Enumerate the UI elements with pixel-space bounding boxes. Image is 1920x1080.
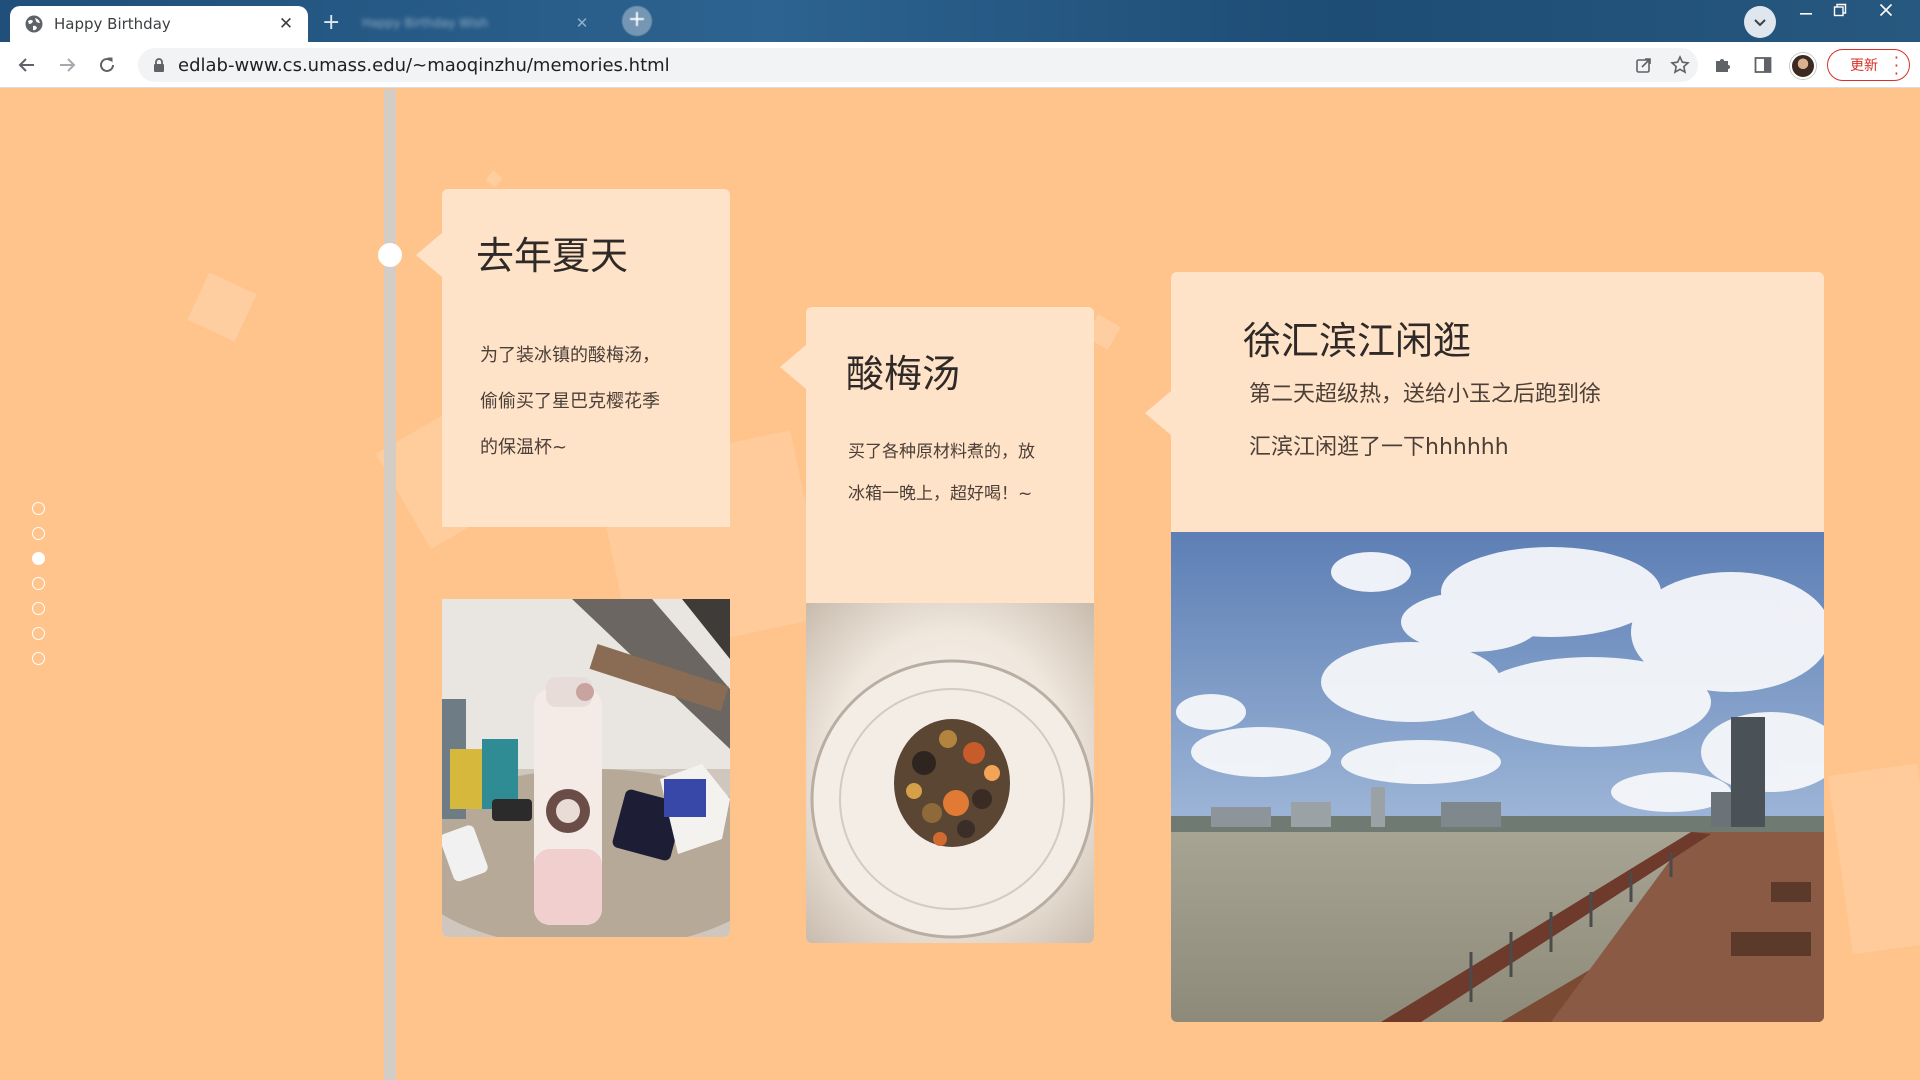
new-tab-button[interactable]: +: [622, 6, 652, 36]
card-line: 为了装冰镇的酸梅汤，: [480, 345, 660, 366]
restore-icon: [1833, 3, 1847, 17]
decor-square: [485, 170, 503, 188]
card-title: 酸梅汤: [846, 352, 961, 396]
close-tab-icon[interactable]: ✕: [276, 14, 296, 34]
arrow-left-icon: [18, 58, 34, 72]
side-panel-button[interactable]: [1748, 50, 1778, 80]
browser-toolbar: edlab-www.cs.umass.edu/~maoqinzhu/memori…: [0, 42, 1920, 88]
lock-icon: [154, 58, 164, 72]
second-tab-title: Happy Birthday Wish: [362, 16, 489, 30]
memory-card-riverside[interactable]: 徐汇滨江闲逛 第二天超级热，送给小玉之后跑到徐 汇滨江闲逛了一下hhhhhh: [1171, 272, 1824, 532]
share-icon: [1636, 58, 1651, 73]
extensions-button[interactable]: [1708, 50, 1738, 80]
card-text: 为了装冰镇的酸梅汤， 偷偷买了星巴克樱花季 的保温杯~: [480, 333, 660, 471]
memories-page: 去年夏天 为了装冰镇的酸梅汤， 偷偷买了星巴克樱花季 的保温杯~ 酸梅汤 买了各…: [0, 89, 1920, 1080]
tab-search-button[interactable]: [1744, 6, 1776, 38]
card-line: 买了各种原材料煮的，放: [848, 442, 1035, 462]
close-window-button[interactable]: [1866, 0, 1906, 26]
add-icon: +: [322, 10, 341, 35]
tab-happy-birthday[interactable]: Happy Birthday ✕: [10, 6, 308, 42]
update-button[interactable]: 更新 · · ·: [1827, 48, 1910, 83]
forward-button[interactable]: [52, 50, 82, 80]
tab-title: Happy Birthday: [54, 15, 171, 33]
decor-square: [187, 272, 257, 342]
reload-button[interactable]: [92, 50, 122, 80]
pager-dot[interactable]: [32, 527, 45, 540]
pager-dot[interactable]: [32, 577, 45, 590]
riverside-photo: [1171, 532, 1824, 1022]
reload-icon: [100, 57, 114, 72]
pager-dot-active[interactable]: [32, 552, 45, 565]
card-line: 偷偷买了星巴克樱花季: [480, 391, 660, 412]
card-text: 买了各种原材料煮的，放 冰箱一晚上，超好喝！~: [848, 431, 1035, 515]
card-title: 徐汇滨江闲逛: [1243, 319, 1472, 363]
card-pointer: [780, 345, 806, 389]
bookmark-button[interactable]: [1662, 48, 1698, 82]
globe-icon: [25, 15, 43, 33]
puzzle-icon: [1716, 59, 1730, 72]
memory-card-plum-soup-photo[interactable]: [806, 603, 1094, 943]
share-button[interactable]: [1626, 48, 1662, 82]
card-title: 去年夏天: [476, 234, 629, 278]
card-pointer: [1145, 391, 1171, 435]
close-tab-icon[interactable]: ✕: [572, 14, 592, 32]
address-bar[interactable]: edlab-www.cs.umass.edu/~maoqinzhu/memori…: [138, 48, 1698, 82]
arrow-right-icon: [60, 58, 76, 72]
card-line: 的保温杯~: [480, 437, 568, 458]
card-line: 第二天超级热，送给小玉之后跑到徐: [1249, 382, 1602, 407]
close-icon: [1879, 3, 1893, 17]
star-icon: [1670, 55, 1690, 74]
card-line: 汇滨江闲逛了一下hhhhhh: [1249, 435, 1509, 460]
memory-card-riverside-photo[interactable]: [1171, 532, 1824, 1022]
card-line: 冰箱一晚上，超好喝！~: [848, 484, 1033, 504]
pager-dot[interactable]: [32, 502, 45, 515]
card-pointer: [416, 233, 442, 277]
browser-title-bar: Happy Birthday ✕ + Happy Birthday Wish ✕…: [0, 0, 1920, 42]
timeline-marker: [378, 243, 402, 267]
pager-dot[interactable]: [32, 602, 45, 615]
timeline-bar: [384, 89, 396, 1080]
memory-card-plum-soup[interactable]: 酸梅汤 买了各种原材料煮的，放 冰箱一晚上，超好喝！~: [806, 307, 1094, 603]
profile-avatar[interactable]: [1790, 53, 1816, 79]
plum-soup-photo: [806, 603, 1094, 943]
thermos-photo: [442, 599, 730, 937]
url-text: edlab-www.cs.umass.edu/~maoqinzhu/memori…: [178, 54, 670, 76]
minimize-icon: [1800, 13, 1812, 15]
update-label: 更新: [1850, 58, 1878, 74]
card-text: 第二天超级热，送给小玉之后跑到徐 汇滨江闲逛了一下hhhhhh: [1249, 368, 1601, 474]
side-panel-icon: [1754, 57, 1772, 73]
back-button[interactable]: [12, 50, 42, 80]
memory-card-summer[interactable]: 去年夏天 为了装冰镇的酸梅汤， 偷偷买了星巴克樱花季 的保温杯~: [442, 189, 730, 527]
memory-card-summer-photo[interactable]: [442, 599, 730, 937]
pager-dot[interactable]: [32, 627, 45, 640]
decor-square: [1827, 763, 1920, 955]
more-vert-icon: · · ·: [1893, 48, 1899, 83]
chevron-down-icon: [1754, 19, 1766, 27]
pager-dot[interactable]: [32, 652, 45, 665]
restore-button[interactable]: [1820, 0, 1860, 26]
slide-pager: [32, 502, 46, 677]
tab-second[interactable]: + Happy Birthday Wish ✕: [312, 8, 602, 38]
